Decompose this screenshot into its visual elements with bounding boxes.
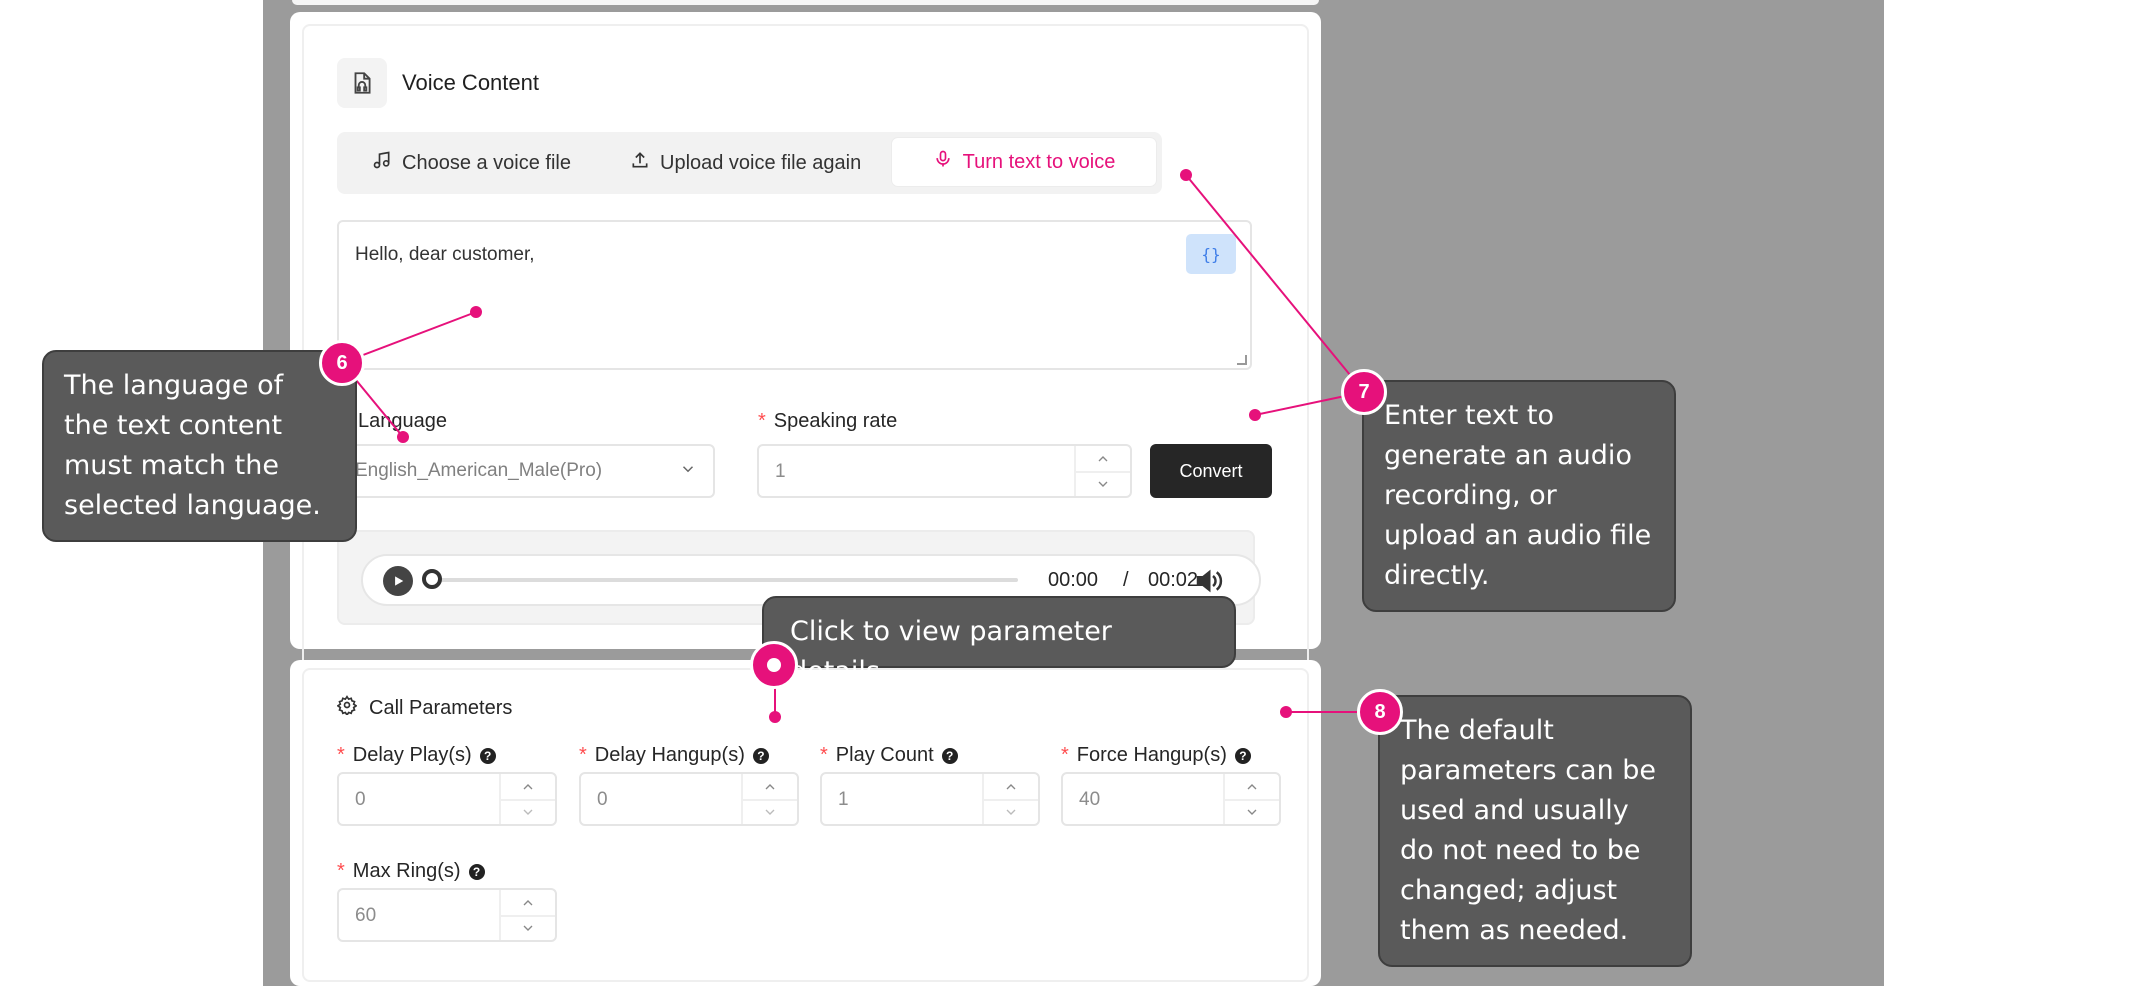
annotation-badge-6: 6 — [319, 340, 365, 386]
duration-time: 00:02 — [1148, 569, 1199, 591]
annotation-anchor-dot — [769, 711, 781, 723]
max-ring-label: * Max Ring(s)? — [337, 860, 485, 883]
annotation-anchor-dot — [1180, 169, 1192, 181]
force-hangup-label: * Force Hangup(s)? — [1061, 744, 1251, 767]
gear-icon — [336, 695, 358, 721]
upload-icon — [630, 150, 650, 176]
audio-progress-bar[interactable] — [422, 569, 1018, 589]
max-ring-value: 60 — [355, 905, 377, 926]
tab-label: Choose a voice file — [402, 151, 571, 174]
annotation-badge-7: 7 — [1341, 369, 1387, 415]
play-count-input[interactable]: 1 — [820, 772, 1040, 826]
tab-label: Turn text to voice — [962, 150, 1116, 173]
voice-content-card: Voice Content Choose a voice file Upload… — [290, 12, 1321, 667]
annotation-anchor-dot — [1249, 409, 1261, 421]
annotation-anchor-dot — [470, 306, 482, 318]
annotation-anchor-dot — [1280, 706, 1292, 718]
voice-text-input[interactable]: Hello, dear customer, {} — [337, 220, 1252, 370]
increment-button[interactable] — [984, 774, 1038, 801]
help-icon[interactable]: ? — [752, 747, 769, 764]
play-icon[interactable] — [383, 566, 413, 596]
speaking-rate-stepper — [1074, 446, 1130, 496]
music-note-icon — [372, 150, 392, 176]
annotation-text-6: The language of the text content must ma… — [64, 370, 321, 521]
delay-hangup-input[interactable]: 0 — [579, 772, 799, 826]
delay-hangup-value: 0 — [597, 789, 608, 810]
annotation-text-7: Enter text to generate an audio recordin… — [1384, 400, 1652, 591]
insert-variable-button[interactable]: {} — [1186, 234, 1236, 274]
delay-play-value: 0 — [355, 789, 366, 810]
annotation-callout-7: Enter text to generate an audio recordin… — [1362, 380, 1676, 612]
play-count-label: * Play Count? — [820, 744, 958, 767]
annotation-callout-8: The default parameters can be used and u… — [1378, 695, 1692, 967]
help-icon[interactable]: ? — [1234, 747, 1251, 764]
increment-button[interactable] — [1225, 774, 1279, 801]
max-ring-stepper — [499, 890, 555, 940]
call-parameters-card: Call Parameters * Delay Play(s)? * Delay H… — [290, 660, 1321, 986]
previous-card-edge — [292, 0, 1319, 5]
call-parameters-title: Call Parameters — [369, 696, 513, 719]
audio-progress-thumb[interactable] — [422, 569, 442, 589]
increment-button[interactable] — [1076, 446, 1130, 473]
decrement-button[interactable] — [743, 799, 797, 824]
tab-choose-voice-file[interactable]: Choose a voice file — [372, 132, 571, 194]
decrement-button[interactable] — [1225, 799, 1279, 824]
parameter-tooltip: Click to view parameter details. — [762, 596, 1236, 687]
speaking-rate-value: 1 — [775, 461, 786, 482]
chevron-down-icon — [679, 460, 697, 484]
delay-play-input[interactable]: 0 — [337, 772, 557, 826]
decrement-button[interactable] — [984, 799, 1038, 824]
delay-hangup-label: * Delay Hangup(s)? — [579, 744, 769, 767]
decrement-button[interactable] — [1076, 471, 1130, 496]
current-time: 00:00 — [1048, 569, 1099, 591]
delay-play-label: * Delay Play(s)? — [337, 744, 496, 767]
decrement-button[interactable] — [501, 799, 555, 824]
annotation-badge-8: 8 — [1357, 689, 1403, 735]
increment-button[interactable] — [501, 774, 555, 801]
language-value: English_American_Male(Pro) — [355, 460, 603, 481]
annotation-text-8: The default parameters can be used and u… — [1400, 715, 1657, 946]
language-select[interactable]: English_American_Male(Pro) — [337, 444, 715, 498]
play-count-value: 1 — [838, 789, 849, 810]
voice-source-tabs: Choose a voice file Upload voice file ag… — [337, 132, 1162, 194]
increment-button[interactable] — [743, 774, 797, 801]
time-separator: / — [1123, 569, 1129, 591]
language-label: Language — [358, 410, 447, 432]
call-parameters-header: Call Parameters — [336, 695, 513, 721]
convert-button[interactable]: Convert — [1150, 444, 1272, 498]
tab-upload-voice-file[interactable]: Upload voice file again — [630, 132, 861, 194]
decrement-button[interactable] — [501, 915, 555, 940]
voice-text-value: Hello, dear customer, — [355, 244, 535, 265]
voice-content-title: Voice Content — [402, 70, 539, 95]
play-count-stepper — [982, 774, 1038, 824]
delay-hangup-stepper — [741, 774, 797, 824]
annotation-callout-6: The language of the text content must ma… — [42, 350, 357, 542]
speaking-rate-input[interactable]: 1 — [757, 444, 1132, 498]
help-icon[interactable]: ? — [468, 863, 485, 880]
force-hangup-stepper — [1223, 774, 1279, 824]
tooltip-hotspot-icon[interactable] — [750, 641, 798, 689]
audio-file-icon — [337, 58, 387, 108]
help-icon[interactable]: ? — [479, 747, 496, 764]
help-icon[interactable]: ? — [941, 747, 958, 764]
max-ring-input[interactable]: 60 — [337, 888, 557, 942]
resize-handle-icon[interactable] — [1237, 355, 1247, 365]
delay-play-stepper — [499, 774, 555, 824]
force-hangup-input[interactable]: 40 — [1061, 772, 1281, 826]
tab-label: Upload voice file again — [660, 151, 862, 174]
microphone-icon — [933, 149, 953, 175]
speaking-rate-label: * Speaking rate — [758, 410, 898, 432]
force-hangup-value: 40 — [1079, 789, 1101, 810]
tab-turn-text-to-voice[interactable]: Turn text to voice — [891, 137, 1157, 187]
annotation-anchor-dot — [397, 431, 409, 443]
increment-button[interactable] — [501, 890, 555, 917]
